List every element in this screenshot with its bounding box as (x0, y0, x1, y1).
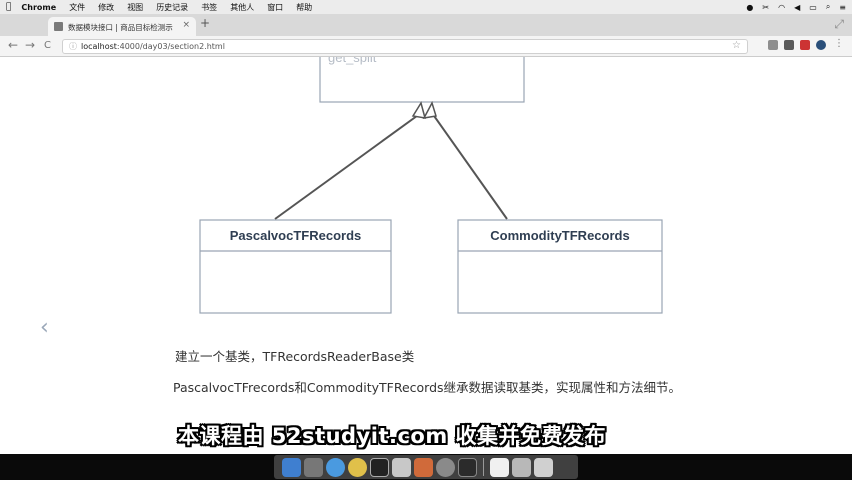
arrowhead-right (422, 101, 437, 119)
extension-icon[interactable] (784, 40, 794, 50)
url-host: localhost (81, 42, 117, 51)
wifi-icon[interactable]: ◠ (778, 3, 785, 12)
tools-icon[interactable]: ✂ (762, 3, 769, 12)
slide-prev-arrow[interactable]: ‹ (40, 315, 49, 340)
dock-divider (483, 458, 484, 476)
terminal-icon[interactable] (458, 457, 477, 477)
new-tab-button[interactable]: + (200, 16, 210, 30)
back-button[interactable]: ← (8, 38, 18, 52)
trash-icon[interactable] (534, 457, 553, 477)
browser-toolbar: ← → C ⓘ localhost:4000/day03/section2.ht… (0, 36, 852, 57)
chrome-icon[interactable] (348, 457, 367, 477)
menu-app-name[interactable]: Chrome (21, 3, 56, 12)
apple-icon[interactable]:  (6, 2, 11, 12)
menu-history[interactable]: 历史记录 (156, 2, 188, 13)
tab-favicon-icon (54, 22, 63, 31)
extension-icon[interactable] (768, 40, 778, 50)
extension-icon[interactable] (800, 40, 810, 50)
battery-icon[interactable]: ▭ (809, 3, 817, 12)
tab-close-icon[interactable]: × (182, 20, 190, 30)
forward-button[interactable]: → (25, 38, 35, 52)
description-line-2: PascalvocTFrecords和CommodityTFRecords继承数… (173, 380, 682, 395)
video-subtitle: 本课程由 52studyit.com 收集并免费发布 (178, 424, 607, 448)
url-path: :4000/day03/section2.html (116, 42, 225, 51)
page-content: get_split PascalvocTFRecords CommodityTF… (0, 57, 852, 454)
textedit-icon[interactable] (490, 457, 509, 477)
menu-dots-icon[interactable]: ⋮ (834, 38, 844, 49)
volume-icon[interactable]: ◀ (794, 3, 800, 12)
reload-button[interactable]: C (44, 40, 51, 51)
menu-help[interactable]: 帮助 (296, 2, 312, 13)
inheritance-line-right (431, 112, 508, 220)
description-line-1: 建立一个基类，TFRecordsReaderBase类 (175, 349, 415, 364)
child-class-title-left: PascalvocTFRecords (230, 228, 362, 243)
address-bar[interactable]: ⓘ localhost:4000/day03/section2.html ☆ (62, 39, 748, 54)
inheritance-line-left (274, 112, 422, 220)
window-resize-icon[interactable]: ⤢ (834, 17, 844, 32)
preview-icon[interactable] (392, 457, 411, 477)
safari-icon[interactable] (326, 457, 345, 477)
tab-strip: 数据模块接口 | 商品目标检测示 × (0, 14, 852, 36)
menu-window[interactable]: 窗口 (267, 2, 283, 13)
search-icon[interactable]: ⌕ (826, 2, 830, 12)
profile-avatar-icon[interactable] (816, 40, 826, 50)
menu-bookmarks[interactable]: 书签 (201, 2, 217, 13)
launchpad-icon[interactable] (304, 457, 323, 477)
menu-people[interactable]: 其他人 (230, 2, 254, 13)
downloads-icon[interactable] (512, 457, 531, 477)
menu-edit[interactable]: 修改 (98, 2, 114, 13)
tab-title: 数据模块接口 | 商品目标检测示 (68, 23, 173, 32)
pycharm-icon[interactable] (370, 457, 389, 477)
dock (274, 455, 578, 479)
menu-file[interactable]: 文件 (69, 2, 85, 13)
child-class-title-right: CommodityTFRecords (490, 228, 629, 243)
status-icons: ● ✂ ◠ ◀ ▭ ⌕ ≡ (746, 0, 846, 14)
menu-bar:  Chrome 文件 修改 视图 历史记录 书签 其他人 窗口 帮助 ● ✂ … (0, 0, 852, 14)
browser-tab[interactable]: 数据模块接口 | 商品目标检测示 × (48, 17, 196, 36)
record-icon[interactable]: ● (746, 3, 753, 12)
list-icon[interactable]: ≡ (839, 3, 846, 12)
system-preferences-icon[interactable] (436, 457, 455, 477)
base-method-text: get_split (328, 57, 377, 65)
keynote-icon[interactable] (414, 457, 433, 477)
finder-icon[interactable] (282, 457, 301, 477)
menu-view[interactable]: 视图 (127, 2, 143, 13)
info-icon[interactable]: ⓘ (69, 41, 77, 52)
bookmark-star-icon[interactable]: ☆ (732, 40, 741, 51)
arrowhead-left (411, 101, 427, 119)
